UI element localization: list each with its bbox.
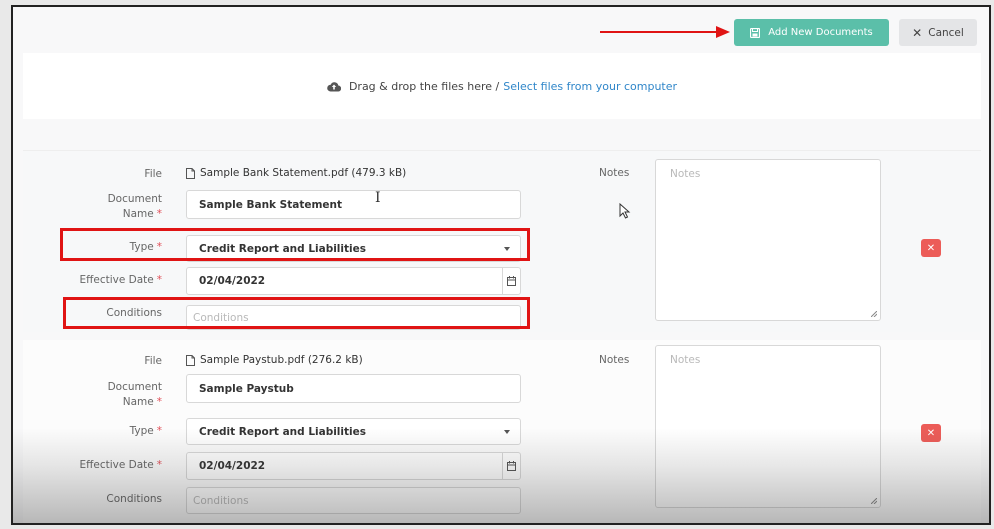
resize-handle[interactable] <box>871 311 877 317</box>
file-icon <box>186 354 195 366</box>
document-card: File Sample Paystub.pdf (276.2 kB) Docum… <box>23 340 981 523</box>
cancel-label: Cancel <box>928 26 964 39</box>
type-label-text: Type <box>129 425 154 437</box>
required-mark: * <box>156 208 162 220</box>
cancel-button[interactable]: ✕ Cancel <box>899 19 977 46</box>
close-icon: ✕ <box>912 25 923 40</box>
file-name: Sample Bank Statement.pdf (479.3 kB) <box>186 167 406 179</box>
save-icon <box>750 27 761 38</box>
notes-textarea[interactable]: Notes <box>655 345 881 508</box>
type-label-text: Type <box>129 241 154 253</box>
type-select-value: Credit Report and Liabilities <box>199 242 366 255</box>
delete-icon: ✕ <box>926 242 936 254</box>
document-name-input[interactable]: Sample Bank Statement <box>186 190 521 219</box>
required-mark: * <box>156 274 162 286</box>
caret-down-icon <box>504 246 510 251</box>
effective-date-value: 02/04/2022 <box>199 460 266 472</box>
delete-document-button[interactable]: ✕ <box>921 424 941 442</box>
cloud-upload-icon <box>327 81 341 92</box>
calendar-icon <box>507 276 516 286</box>
mouse-pointer-icon <box>619 203 631 219</box>
effective-date-input[interactable]: 02/04/2022 <box>186 452 521 480</box>
conditions-input[interactable]: Conditions <box>186 305 521 330</box>
dropzone-text: Drag & drop the files here / <box>348 79 500 93</box>
document-name-label-line2: Name <box>122 396 154 408</box>
file-icon <box>186 167 195 179</box>
document-name-label-line1: Document <box>107 193 162 205</box>
notes-placeholder: Notes <box>670 354 701 366</box>
notes-textarea[interactable]: Notes <box>655 159 881 321</box>
effective-date-label: Effective Date * <box>43 273 163 288</box>
document-name-input[interactable]: Sample Paystub <box>186 374 521 403</box>
document-name-label: Document Name * <box>83 380 162 410</box>
required-mark: * <box>156 396 162 408</box>
calendar-button[interactable] <box>502 453 520 479</box>
type-select[interactable]: Credit Report and Liabilities <box>186 418 521 445</box>
add-new-documents-label: Add New Documents <box>768 27 873 38</box>
required-mark: * <box>156 459 162 471</box>
text-cursor-icon: I <box>375 190 381 206</box>
type-select-value: Credit Report and Liabilities <box>199 425 366 438</box>
type-label: Type * <box>83 424 162 439</box>
effective-date-label-text: Effective Date <box>79 459 154 471</box>
document-name-label-line2: Name <box>122 208 154 220</box>
conditions-input[interactable]: Conditions <box>186 487 521 514</box>
delete-document-button[interactable]: ✕ <box>921 239 941 257</box>
effective-date-input[interactable]: 02/04/2022 <box>186 267 521 295</box>
caret-down-icon <box>504 429 510 434</box>
type-select[interactable]: Credit Report and Liabilities <box>186 235 521 262</box>
effective-date-label: Effective Date * <box>43 458 163 473</box>
calendar-button[interactable] <box>502 268 520 294</box>
document-card: File Sample Bank Statement.pdf (479.3 kB… <box>23 150 981 332</box>
file-name: Sample Paystub.pdf (276.2 kB) <box>186 354 363 366</box>
document-name-label-line1: Document <box>107 381 162 393</box>
conditions-label: Conditions <box>106 307 162 319</box>
conditions-label: Conditions <box>106 493 162 505</box>
type-label: Type * <box>83 240 162 255</box>
file-name-text: Sample Paystub.pdf (276.2 kB) <box>200 354 363 366</box>
resize-handle[interactable] <box>871 498 877 504</box>
file-label: File <box>144 168 162 180</box>
effective-date-value: 02/04/2022 <box>199 275 266 287</box>
red-arrow-annotation <box>600 26 730 38</box>
notes-label: Notes <box>599 354 630 366</box>
delete-icon: ✕ <box>926 427 936 439</box>
calendar-icon <box>507 461 516 471</box>
document-upload-panel: Add New Documents ✕ Cancel Drag & drop t… <box>11 5 991 525</box>
required-mark: * <box>156 241 162 253</box>
add-new-documents-button[interactable]: Add New Documents <box>734 19 889 46</box>
file-name-text: Sample Bank Statement.pdf (479.3 kB) <box>200 167 407 179</box>
file-dropzone[interactable]: Drag & drop the files here / Select file… <box>23 53 981 119</box>
select-files-link[interactable]: Select files from your computer <box>503 80 677 93</box>
file-label: File <box>144 355 162 367</box>
document-name-label: Document Name * <box>83 192 162 222</box>
notes-label: Notes <box>599 167 630 179</box>
required-mark: * <box>156 425 162 437</box>
effective-date-label-text: Effective Date <box>79 274 154 286</box>
notes-placeholder: Notes <box>670 168 701 180</box>
